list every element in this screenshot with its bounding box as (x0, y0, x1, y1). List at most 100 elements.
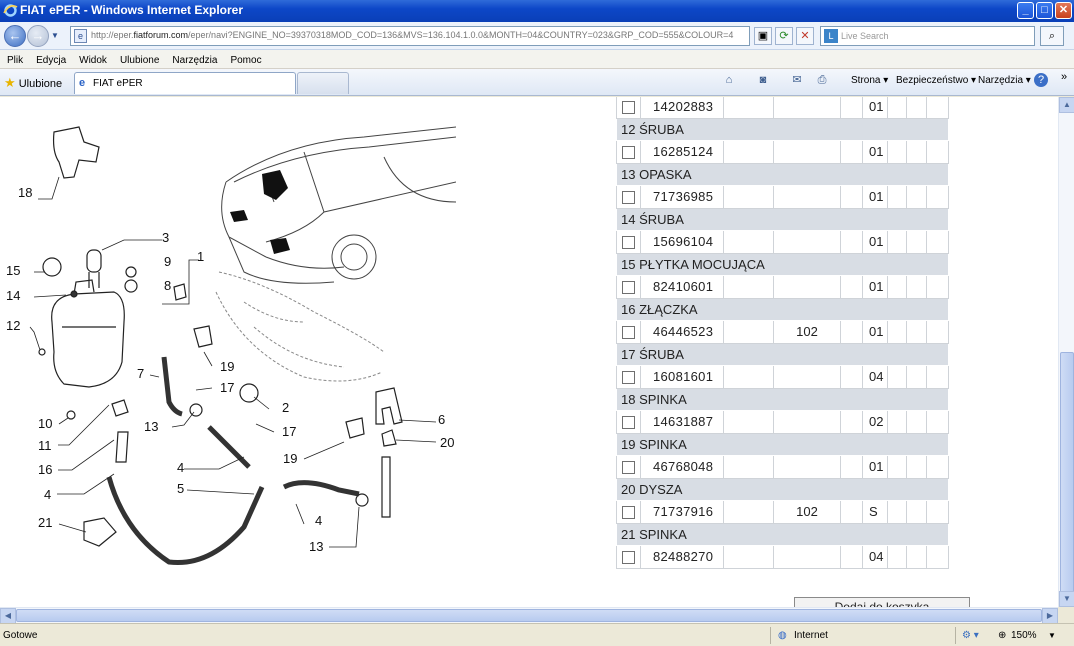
page-content: 18 3 9 1 15 8 14 12 7 19 17 2 10 13 17 6… (0, 97, 1058, 607)
part-model-code: 102 (773, 320, 841, 344)
search-input[interactable]: L Live Search (820, 26, 1035, 46)
empty-cell (723, 455, 774, 479)
checkbox[interactable] (622, 101, 635, 115)
callout-label: 13 (144, 419, 158, 434)
menu-view[interactable]: Widok (72, 52, 113, 66)
empty-cell (840, 455, 863, 479)
favorites-button[interactable]: ★ Ulubione (4, 75, 62, 91)
checkbox[interactable] (622, 506, 635, 520)
stop-icon[interactable]: ✕ (796, 27, 814, 45)
address-input[interactable]: e http://eper.fiatforum.com/eper/navi?EN… (70, 26, 750, 46)
menu-favorites[interactable]: Ulubione (113, 52, 165, 66)
horizontal-scrollbar[interactable]: ◀ ▶ (0, 607, 1058, 624)
callout-label: 17 (282, 424, 296, 439)
empty-cell (906, 320, 927, 344)
menu-tools[interactable]: Narzędzia (165, 52, 223, 66)
empty-cell (723, 500, 774, 524)
part-quantity: 01 (862, 140, 888, 164)
zoom-dropdown-icon[interactable]: ▼ (1048, 631, 1056, 640)
protected-mode-icon[interactable]: ⚙ ▾ (962, 630, 979, 641)
search-placeholder: Live Search (841, 31, 889, 41)
part-row: 71736985 01 (616, 185, 949, 209)
checkbox[interactable] (622, 416, 635, 430)
maximize-button[interactable]: □ (1036, 2, 1053, 19)
scroll-right-icon[interactable]: ▶ (1042, 608, 1058, 624)
empty-cell (906, 97, 927, 119)
checkbox[interactable] (622, 236, 635, 250)
part-select-checkbox[interactable] (616, 455, 641, 479)
part-select-checkbox[interactable] (616, 185, 641, 209)
callout-label: 9 (164, 254, 171, 269)
part-number: 82488270 (640, 545, 724, 569)
callout-label: 11 (38, 438, 52, 453)
search-icon[interactable]: ⌕ (1040, 26, 1064, 46)
compatibility-icon[interactable]: ▣ (754, 27, 772, 45)
part-model-code (773, 185, 841, 209)
new-tab-button[interactable] (297, 72, 349, 94)
refresh-icon[interactable]: ⟳ (775, 27, 793, 45)
checkbox[interactable] (622, 191, 635, 205)
part-select-checkbox[interactable] (616, 97, 641, 119)
part-group-header: 17 ŚRUBA (616, 342, 949, 366)
part-select-checkbox[interactable] (616, 275, 641, 299)
checkbox[interactable] (622, 326, 635, 340)
menu-edit[interactable]: Edycja (29, 52, 72, 66)
home-icon[interactable]: ⌂ (722, 73, 736, 87)
reservoir-part (51, 249, 125, 388)
feeds-icon[interactable]: ◙ (756, 73, 770, 87)
part-position: 20 (621, 481, 636, 497)
mail-icon[interactable]: ✉ (790, 73, 804, 87)
callout-label: 10 (38, 416, 52, 431)
zoom-icon[interactable]: ⊕ (998, 630, 1006, 641)
checkbox[interactable] (622, 551, 635, 565)
zoom-level[interactable]: 150% (1011, 630, 1037, 641)
callout-label: 3 (162, 230, 169, 245)
part-select-checkbox[interactable] (616, 545, 641, 569)
empty-cell (840, 545, 863, 569)
print-icon[interactable]: ⎙ (815, 73, 829, 87)
back-button[interactable]: ← (4, 25, 26, 47)
vertical-scroll-thumb[interactable] (1060, 352, 1074, 602)
part-select-checkbox[interactable] (616, 140, 641, 164)
forward-button[interactable]: → (27, 25, 49, 47)
part-select-checkbox[interactable] (616, 500, 641, 524)
tools-menu[interactable]: Narzędzia ▾ (978, 75, 1031, 86)
chevron-more-icon[interactable]: » (1061, 71, 1067, 83)
help-icon[interactable]: ? (1034, 73, 1048, 87)
ie-tab-icon: e (79, 77, 86, 89)
checkbox[interactable] (622, 461, 635, 475)
empty-cell (926, 275, 949, 299)
callout-label: 8 (164, 278, 171, 293)
part-quantity: 01 (862, 97, 888, 119)
address-url: http://eper.fiatforum.com/eper/navi?ENGI… (91, 30, 734, 40)
empty-cell (840, 410, 863, 434)
tab-fiat-eper[interactable]: e FIAT ePER (74, 72, 296, 94)
checkbox[interactable] (622, 281, 635, 295)
part-group-title: 18 SPINKA (616, 387, 949, 411)
callout-label: 6 (438, 412, 445, 427)
exploded-parts-diagram: 18 3 9 1 15 8 14 12 7 19 17 2 10 13 17 6… (6, 126, 456, 566)
checkbox[interactable] (622, 146, 635, 160)
close-button[interactable]: ✕ (1055, 2, 1072, 19)
menu-help[interactable]: Pomoc (223, 52, 267, 66)
part-select-checkbox[interactable] (616, 365, 641, 389)
callout-label: 4 (315, 513, 322, 528)
scroll-down-icon[interactable]: ▼ (1059, 591, 1074, 607)
scroll-left-icon[interactable]: ◀ (0, 608, 16, 624)
part-select-checkbox[interactable] (616, 320, 641, 344)
part-select-checkbox[interactable] (616, 410, 641, 434)
vertical-scrollbar[interactable]: ▲ ▼ (1058, 97, 1074, 607)
menu-file[interactable]: Plik (0, 52, 29, 66)
history-dropdown-icon[interactable]: ▼ (51, 31, 59, 40)
zone-text: Internet (794, 630, 828, 641)
horizontal-scroll-thumb[interactable] (16, 609, 1042, 622)
minimize-button[interactable]: _ (1017, 2, 1034, 19)
safety-menu[interactable]: Bezpieczeństwo ▾ (896, 75, 976, 86)
part-row: 46446523 102 01 (616, 320, 949, 344)
checkbox[interactable] (622, 371, 635, 385)
scroll-up-icon[interactable]: ▲ (1059, 97, 1074, 113)
part-select-checkbox[interactable] (616, 230, 641, 254)
add-to-cart-button[interactable]: Dodaj do koszyka (794, 597, 970, 607)
part-quantity: 04 (862, 545, 888, 569)
page-menu[interactable]: Strona ▾ (851, 75, 888, 86)
